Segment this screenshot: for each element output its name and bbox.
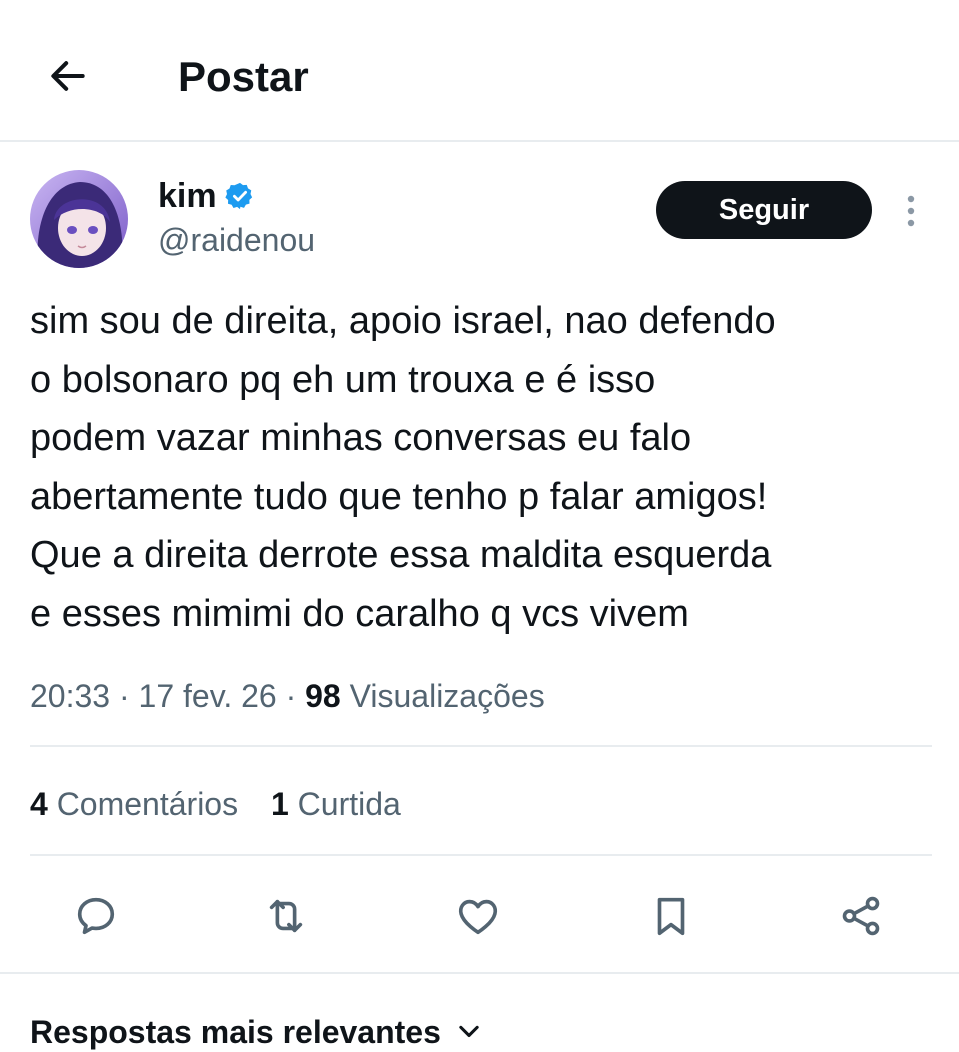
comments-label: Comentários [56, 786, 239, 822]
comment-button[interactable] [66, 886, 126, 946]
header-divider [0, 140, 959, 142]
avatar-image [30, 170, 128, 268]
post-text-line: Que a direita derrote essa maldita esque… [30, 534, 772, 576]
post-text-line: o bolsonaro pq eh um trouxa e é isso [30, 358, 656, 401]
like-button[interactable] [448, 886, 508, 946]
views-label: Visualizações [349, 678, 545, 714]
page-title: Postar [178, 53, 309, 100]
post-meta: 20:33 · 17 fev. 26 · 98 Visualizações [30, 676, 545, 716]
comments-stat[interactable]: 4 Comentários [30, 786, 247, 822]
meta-divider [30, 745, 932, 747]
post-text-line: sim sou de direita, apoio israel, nao de… [30, 300, 776, 342]
share-button[interactable] [831, 886, 891, 946]
repost-button[interactable] [256, 886, 316, 946]
more-options-button[interactable] [896, 188, 926, 234]
repost-icon [269, 899, 303, 933]
likes-stat[interactable]: 1 Curtida [271, 786, 401, 822]
bookmark-button[interactable] [641, 886, 701, 946]
author-name: kim [158, 177, 217, 215]
back-arrow-icon [51, 61, 85, 91]
meta-separator: · [118, 678, 130, 714]
likes-count: 1 [270, 786, 289, 822]
post-text: sim sou de direita, apoio israel, nao de… [30, 292, 945, 643]
bookmark-icon [657, 897, 685, 936]
author-name-row[interactable]: kim [158, 176, 255, 216]
avatar[interactable] [30, 170, 128, 268]
post-text-line: podem vazar minhas conversas eu falo [30, 417, 692, 459]
stats-divider [30, 854, 932, 856]
views-count: 98 [305, 678, 341, 714]
follow-button[interactable]: Seguir [656, 181, 872, 239]
replies-sort-dropdown[interactable]: Respostas mais relevantes [30, 1012, 483, 1052]
actions-divider [0, 972, 959, 974]
post-text-line: e esses mimimi do caralho q vcs vivem [30, 592, 689, 635]
post-time[interactable]: 20:33 [30, 678, 110, 714]
post-date[interactable]: 17 fev. 26 [139, 678, 277, 714]
top-bar: Postar [0, 0, 959, 140]
comments-count: 4 [30, 786, 48, 822]
back-button[interactable] [40, 48, 96, 104]
author-handle[interactable]: @raidenou [158, 220, 315, 260]
likes-label: Curtida [297, 786, 401, 822]
more-options-icon [907, 195, 915, 227]
post-text-line: abertamente tudo que tenho p falar amigo… [30, 475, 768, 518]
post-stats: 4 Comentários 1 Curtida [30, 784, 401, 824]
comment-icon [77, 897, 115, 935]
like-icon [458, 899, 498, 935]
replies-sort-label: Respostas mais relevantes [30, 1014, 441, 1050]
share-icon [842, 896, 880, 936]
chevron-down-icon [459, 1025, 479, 1038]
meta-separator: · [285, 678, 297, 714]
verified-badge-icon [224, 182, 252, 210]
